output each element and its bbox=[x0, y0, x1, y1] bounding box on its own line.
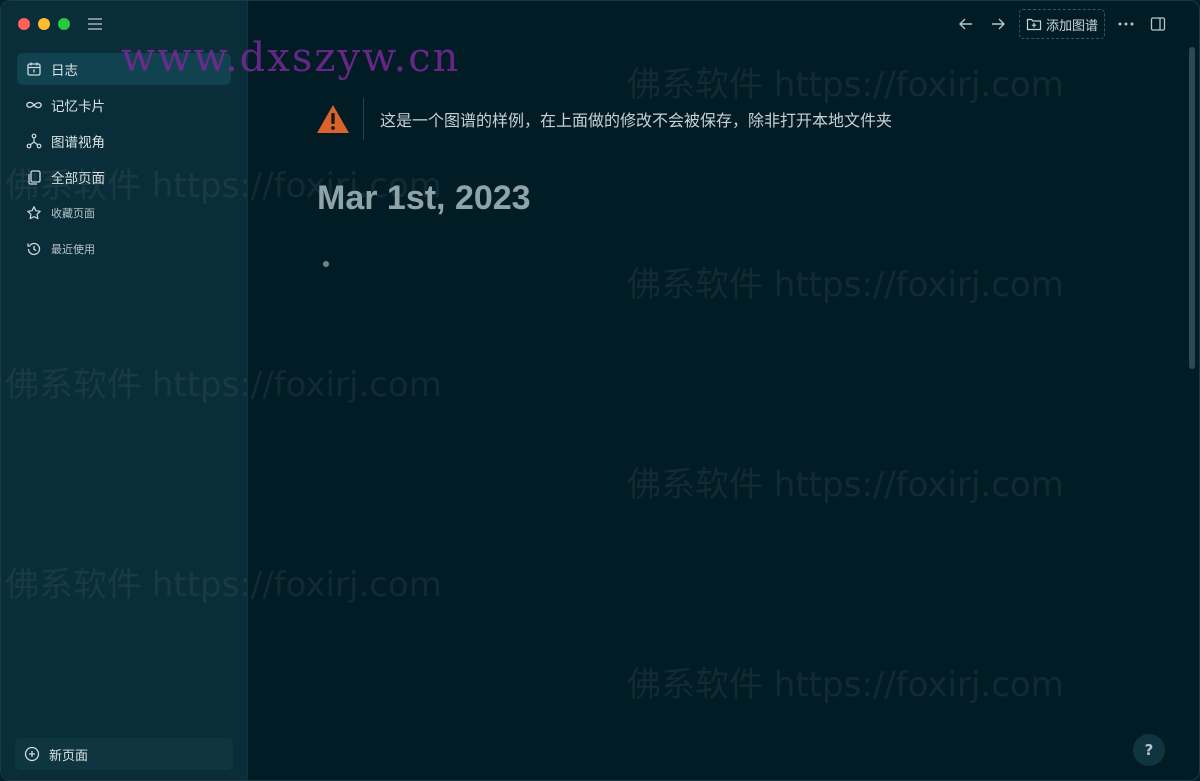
menu-icon[interactable] bbox=[87, 16, 103, 32]
sidebar-item-label: 日志 bbox=[51, 63, 78, 79]
sidebar-item-label: 最近使用 bbox=[51, 243, 95, 256]
watermark: 佛系软件 https://foxirj.com bbox=[627, 265, 1064, 305]
help-button[interactable]: ? bbox=[1133, 734, 1165, 766]
new-page-button[interactable]: 新页面 bbox=[15, 738, 233, 770]
plus-circle-icon bbox=[23, 745, 41, 763]
graph-icon bbox=[25, 132, 43, 150]
warning-icon bbox=[315, 101, 351, 137]
sidebar: 日志 记忆卡片 图谱视角 全部页面 收藏页面 最近使用 新页面 bbox=[1, 1, 248, 780]
app-window: 日志 记忆卡片 图谱视角 全部页面 收藏页面 最近使用 新页面 添加图谱 这是一… bbox=[0, 0, 1200, 781]
star-icon bbox=[25, 204, 43, 222]
maximize-window-button[interactable] bbox=[58, 18, 70, 30]
sidebar-nav: 日志 记忆卡片 图谱视角 全部页面 收藏页面 最近使用 bbox=[17, 53, 231, 269]
sidebar-item-all-pages[interactable]: 全部页面 bbox=[17, 161, 231, 193]
add-graph-label: 添加图谱 bbox=[1045, 18, 1098, 34]
sidebar-item-label: 收藏页面 bbox=[51, 207, 95, 220]
history-icon bbox=[25, 240, 43, 258]
close-window-button[interactable] bbox=[18, 18, 30, 30]
demo-graph-notice: 这是一个图谱的样例，在上面做的修改不会被保存，除非打开本地文件夹 bbox=[315, 97, 1015, 141]
sidebar-item-label: 图谱视角 bbox=[51, 135, 105, 151]
sidebar-item-favorites[interactable]: 收藏页面 bbox=[17, 197, 231, 229]
minimize-window-button[interactable] bbox=[38, 18, 50, 30]
sidebar-item-journals[interactable]: 日志 bbox=[17, 53, 231, 85]
infinity-icon bbox=[25, 96, 43, 114]
sidebar-item-label: 全部页面 bbox=[51, 171, 105, 187]
new-page-label: 新页面 bbox=[49, 748, 89, 764]
block-bullet[interactable] bbox=[323, 261, 329, 267]
forward-arrow-icon[interactable] bbox=[987, 13, 1009, 35]
pages-icon bbox=[25, 168, 43, 186]
watermark: 佛系软件 https://foxirj.com bbox=[627, 665, 1064, 705]
toolbar: 添加图谱 bbox=[955, 9, 1169, 39]
scrollbar[interactable] bbox=[1189, 47, 1195, 369]
notice-message: 这是一个图谱的样例，在上面做的修改不会被保存，除非打开本地文件夹 bbox=[380, 111, 893, 130]
add-graph-button[interactable]: 添加图谱 bbox=[1018, 9, 1105, 39]
sidebar-item-graph-view[interactable]: 图谱视角 bbox=[17, 125, 231, 157]
sidebar-item-flashcards[interactable]: 记忆卡片 bbox=[17, 89, 231, 121]
sidebar-item-label: 记忆卡片 bbox=[51, 99, 105, 115]
right-sidebar-toggle-icon[interactable] bbox=[1147, 13, 1169, 35]
back-arrow-icon[interactable] bbox=[955, 13, 977, 35]
sidebar-item-recent[interactable]: 最近使用 bbox=[17, 233, 231, 265]
calendar-icon bbox=[25, 60, 43, 78]
journal-date-title[interactable]: Mar 1st, 2023 bbox=[317, 179, 531, 218]
notice-divider bbox=[363, 98, 364, 140]
more-icon[interactable] bbox=[1115, 13, 1137, 35]
watermark: 佛系软件 https://foxirj.com bbox=[627, 465, 1064, 505]
window-controls bbox=[18, 18, 70, 30]
folder-plus-icon bbox=[1026, 17, 1042, 31]
